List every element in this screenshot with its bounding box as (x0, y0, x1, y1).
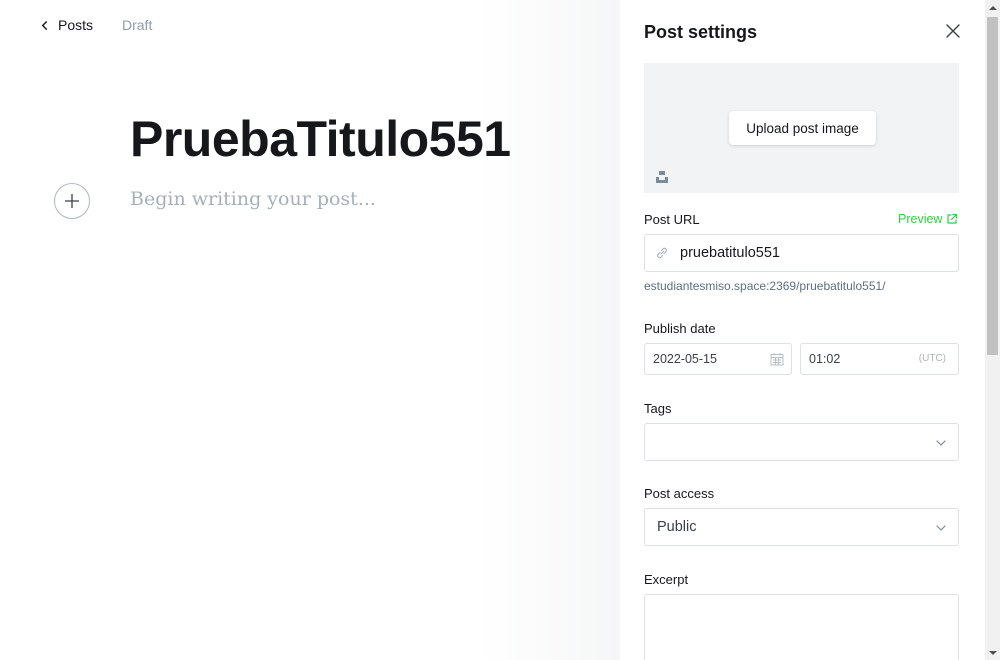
scrollbar-thumb[interactable] (987, 17, 998, 355)
post-access-label: Post access (644, 486, 715, 501)
chevron-left-icon (41, 20, 48, 30)
plus-icon (65, 194, 79, 208)
publish-time-field[interactable]: (UTC) (800, 343, 959, 375)
tags-label: Tags (644, 401, 672, 416)
editor-overlay (480, 0, 620, 660)
post-access-select[interactable]: Public (644, 508, 959, 546)
post-status: Draft (122, 17, 153, 33)
post-editor: Posts Draft PruebaTitulo551 Begin writin… (0, 0, 620, 660)
upload-post-image-button[interactable]: Upload post image (729, 111, 876, 145)
panel-scrollbar[interactable] (985, 0, 1000, 660)
chevron-down-icon (936, 525, 946, 531)
publish-time-input[interactable] (809, 344, 899, 374)
post-url-preview-text: estudiantesmiso.space:2369/pruebatitulo5… (644, 279, 886, 293)
preview-link[interactable]: Preview (898, 212, 958, 226)
excerpt-textarea[interactable] (644, 594, 959, 660)
panel-title: Post settings (644, 22, 758, 42)
post-url-field[interactable] (644, 234, 959, 272)
chevron-down-icon (936, 440, 946, 446)
post-access-value: Public (657, 519, 697, 535)
tags-select[interactable] (644, 423, 959, 461)
scroll-up-button[interactable] (985, 0, 1000, 15)
post-title[interactable]: PruebaTitulo551 (130, 110, 511, 168)
add-card-button[interactable] (54, 183, 90, 219)
post-url-label: Post URL (644, 212, 700, 227)
post-settings-panel: Post settings Upload post image Post URL… (620, 0, 985, 660)
link-icon (657, 247, 667, 259)
post-url-input[interactable] (680, 235, 950, 271)
preview-label: Preview (898, 212, 943, 226)
back-to-posts-link[interactable]: Posts (40, 14, 93, 36)
scroll-down-button[interactable] (985, 645, 1000, 660)
publish-date-field[interactable] (644, 343, 792, 375)
unsplash-icon[interactable] (655, 170, 669, 184)
timezone-label: (UTC) (918, 353, 946, 364)
close-icon[interactable] (944, 22, 962, 40)
external-link-icon (947, 213, 958, 224)
post-body-placeholder[interactable]: Begin writing your post... (130, 188, 376, 210)
publish-date-label: Publish date (644, 321, 716, 336)
calendar-icon[interactable] (770, 352, 784, 366)
back-link-label: Posts (58, 17, 94, 33)
post-image-dropzone[interactable]: Upload post image (644, 63, 959, 193)
scroll-down-arrow-icon (988, 650, 997, 655)
publish-date-input[interactable] (653, 344, 763, 374)
scroll-up-arrow-icon (988, 5, 997, 10)
excerpt-label: Excerpt (644, 572, 689, 587)
